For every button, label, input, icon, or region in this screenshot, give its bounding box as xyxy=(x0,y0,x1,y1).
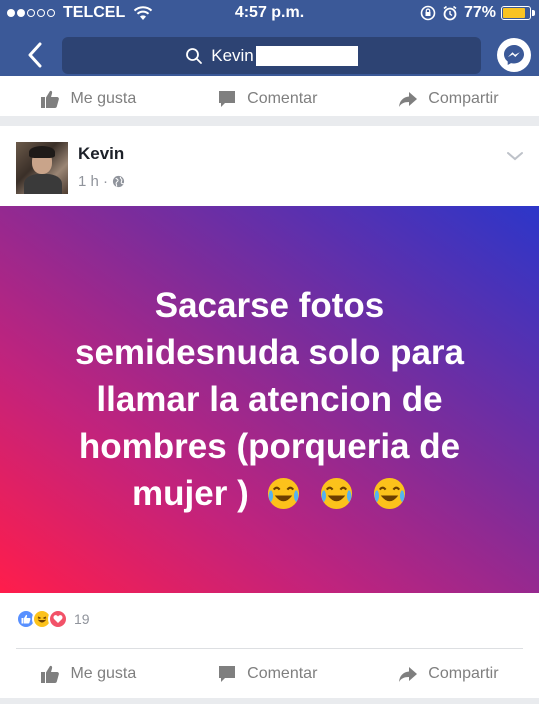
comment-icon xyxy=(219,91,236,107)
post-card: Kevin 1 h · Sacarse fotos semidesnuda so… xyxy=(0,126,539,698)
prev-comment-label: Comentar xyxy=(247,90,318,107)
tears-of-joy-emoji-icon xyxy=(321,477,353,510)
like-label: Me gusta xyxy=(70,665,137,682)
prev-comment-button[interactable]: Comentar xyxy=(217,89,317,109)
divider xyxy=(16,648,523,649)
avatar[interactable] xyxy=(16,142,68,194)
post-text-line: hombres (porqueria de xyxy=(78,427,461,466)
love-reaction-icon xyxy=(48,609,68,629)
status-right: 77% xyxy=(420,4,535,22)
share-label: Compartir xyxy=(428,665,499,682)
search-input[interactable]: Kevin xyxy=(62,37,481,74)
status-bar: TELCEL 4:57 p.m. 77% xyxy=(0,0,539,28)
post-text-line: mujer ) xyxy=(132,474,249,513)
post-options-chevron-icon[interactable] xyxy=(505,146,525,166)
thumbs-up-icon xyxy=(41,665,60,683)
previous-post-actions: Me gusta Comentar Compartir xyxy=(0,76,539,116)
tears-of-joy-emoji-icon xyxy=(373,477,406,510)
comment-button[interactable]: Comentar xyxy=(217,664,317,684)
prev-share-label: Compartir xyxy=(428,90,499,107)
back-button[interactable] xyxy=(18,38,52,72)
post-time: 1 h xyxy=(78,173,99,190)
messenger-button[interactable] xyxy=(497,38,531,72)
share-icon xyxy=(399,667,418,682)
post-text-line: llamar la atencion de xyxy=(96,380,443,419)
share-icon xyxy=(399,92,418,107)
prev-share-button[interactable]: Compartir xyxy=(398,89,499,109)
thumbs-up-icon xyxy=(41,90,60,108)
chevron-left-icon xyxy=(28,42,42,68)
post-text-line: semidesnuda solo para xyxy=(74,333,465,372)
search-icon xyxy=(186,47,203,64)
rotation-lock-icon xyxy=(420,5,436,21)
redaction-box xyxy=(130,140,245,168)
share-button[interactable]: Compartir xyxy=(398,664,499,684)
prev-like-button[interactable]: Me gusta xyxy=(40,89,136,109)
globe-icon xyxy=(112,175,125,188)
alarm-icon xyxy=(443,5,457,21)
post-meta: 1 h · xyxy=(78,173,125,190)
like-button[interactable]: Me gusta xyxy=(40,664,136,684)
prev-like-label: Me gusta xyxy=(70,90,137,107)
reaction-count: 19 xyxy=(74,611,90,627)
comment-icon xyxy=(219,666,236,682)
emoji-row xyxy=(258,474,406,513)
battery-fill xyxy=(503,8,525,18)
post-text-line: Sacarse fotos xyxy=(154,286,385,325)
battery-icon xyxy=(501,6,535,20)
comment-label: Comentar xyxy=(247,665,318,682)
post-author-name[interactable]: Kevin xyxy=(78,144,124,164)
top-header: TELCEL 4:57 p.m. 77% Kevin xyxy=(0,0,539,83)
battery-percent: 77% xyxy=(463,4,496,21)
redaction-box xyxy=(255,45,358,66)
tears-of-joy-emoji-icon xyxy=(268,477,300,510)
post-text-background: Sacarse fotos semidesnuda solo para llam… xyxy=(0,206,539,593)
post-text: Sacarse fotos semidesnuda solo para llam… xyxy=(35,282,505,517)
post-actions: Me gusta Comentar Compartir xyxy=(0,658,539,690)
search-query-text: Kevin xyxy=(211,45,254,65)
reaction-summary[interactable]: 19 xyxy=(16,609,90,629)
messenger-icon xyxy=(504,45,524,65)
